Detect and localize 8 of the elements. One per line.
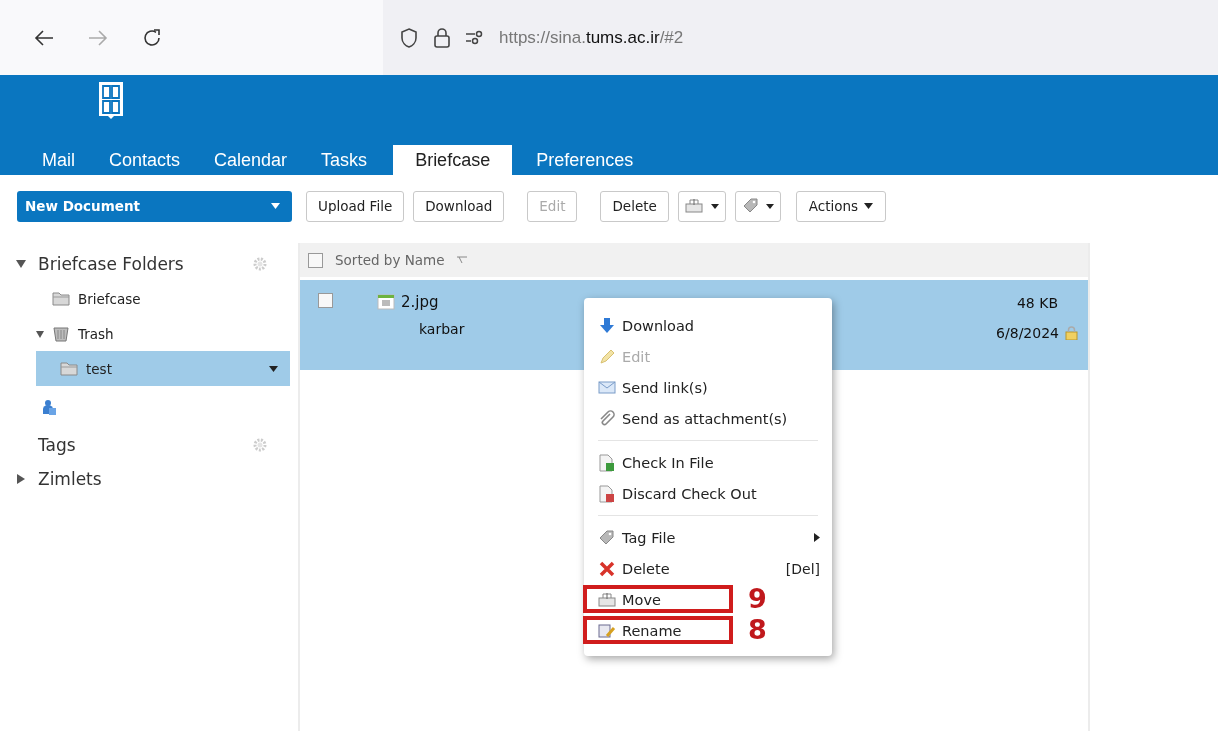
callout-number: 9 bbox=[748, 583, 767, 615]
file-size: 48 KB bbox=[1016, 294, 1059, 311]
callout-number: 8 bbox=[748, 614, 767, 646]
file-name: 2.jpg bbox=[401, 293, 439, 311]
shortcut-label: [Del] bbox=[785, 560, 820, 577]
file-date: 6/8/2024 bbox=[996, 325, 1059, 341]
url-text: https://sina.tums.ac.ir/#2 bbox=[499, 27, 684, 48]
file-owner: karbar bbox=[419, 321, 465, 337]
